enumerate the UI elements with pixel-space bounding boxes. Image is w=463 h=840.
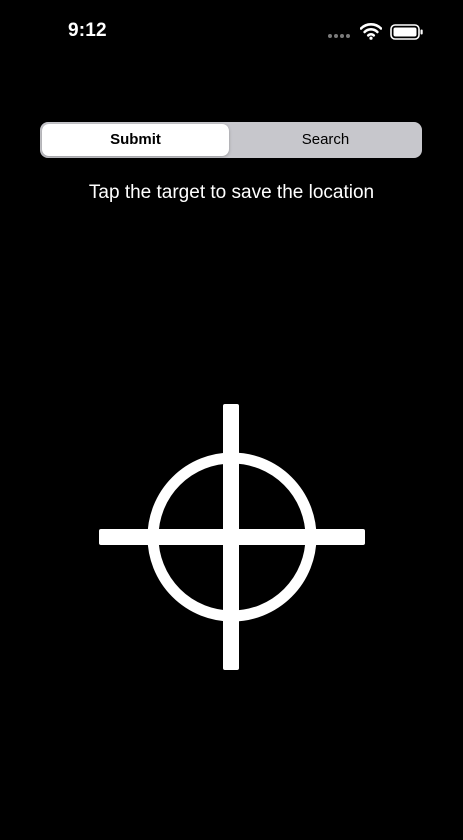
target-button[interactable] — [99, 404, 365, 670]
instruction-text: Tap the target to save the location — [88, 182, 375, 203]
segment-search[interactable]: Search — [231, 124, 420, 156]
crosshair-target-icon — [99, 404, 365, 670]
battery-icon — [390, 24, 423, 40]
cellular-signal-icon — [328, 34, 352, 40]
status-time: 9:12 — [68, 20, 107, 41]
segment-submit[interactable]: Submit — [42, 124, 229, 156]
wifi-icon — [360, 23, 382, 40]
segmented-control: Submit Search — [40, 122, 422, 158]
status-bar: 9:12 — [0, 0, 463, 62]
